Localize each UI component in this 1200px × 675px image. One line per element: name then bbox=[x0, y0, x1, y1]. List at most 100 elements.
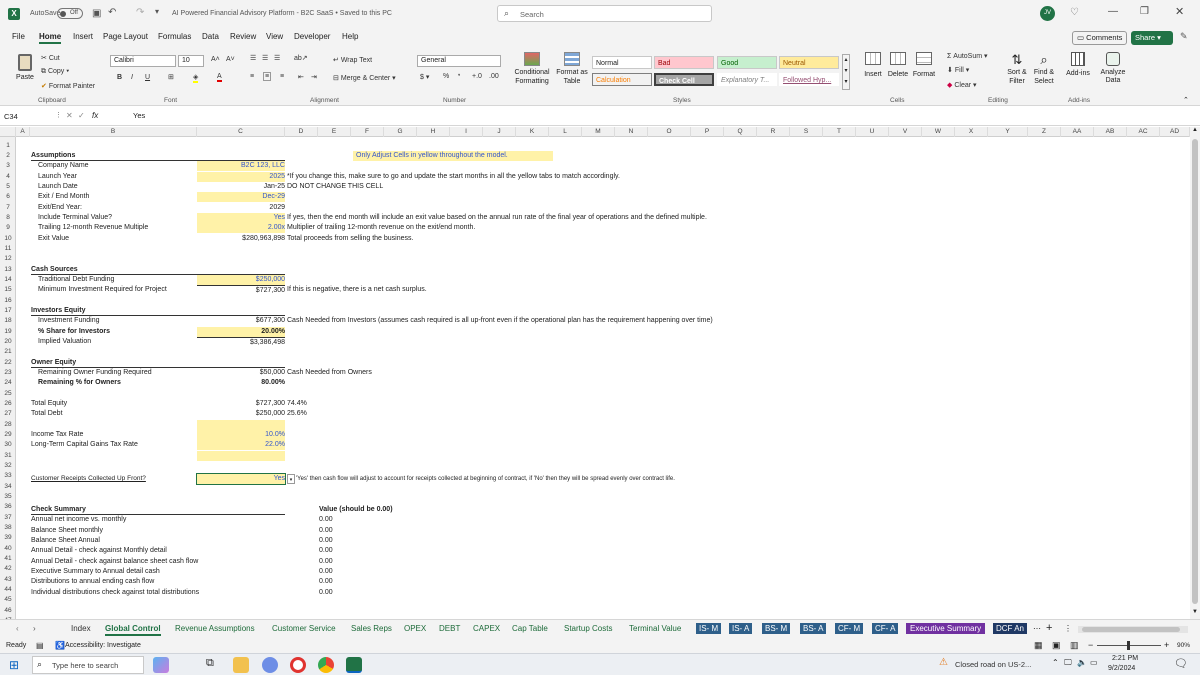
copilot-icon[interactable] bbox=[153, 657, 169, 673]
tab-cf-a[interactable]: CF- A bbox=[872, 623, 899, 634]
column-header[interactable]: O bbox=[648, 127, 691, 137]
row-header[interactable]: 35 bbox=[0, 492, 16, 502]
menu-formulas[interactable]: Formulas bbox=[158, 32, 191, 41]
row-header[interactable]: 4 bbox=[0, 172, 16, 182]
value-share-investors[interactable]: 20.00% bbox=[197, 327, 285, 337]
check-label[interactable]: Annual Detail - check against Monthly de… bbox=[31, 546, 167, 556]
value-total-debt[interactable]: $250,000 bbox=[197, 409, 285, 419]
excel-taskbar-icon[interactable] bbox=[346, 657, 362, 673]
row-header[interactable]: 17 bbox=[0, 306, 16, 316]
column-header[interactable]: G bbox=[384, 127, 417, 137]
column-header[interactable]: F bbox=[351, 127, 384, 137]
row-header[interactable]: 34 bbox=[0, 482, 16, 492]
row-header[interactable]: 24 bbox=[0, 378, 16, 388]
row-header[interactable]: 27 bbox=[0, 409, 16, 419]
cut-button[interactable]: ✂ Cut bbox=[41, 54, 60, 62]
tray-display-icon[interactable]: ▭ bbox=[1090, 658, 1098, 667]
note-investment-funding[interactable]: Cash Needed from Investors (assumes cash… bbox=[287, 316, 713, 326]
value-exit-value[interactable]: $280,963,898 bbox=[197, 234, 285, 244]
font-size-dropdown[interactable]: 10 bbox=[178, 55, 204, 67]
increase-indent-icon[interactable]: ⇥ bbox=[311, 73, 317, 81]
addins-button[interactable]: Add-ins bbox=[1064, 52, 1092, 77]
tab-index[interactable]: Index bbox=[71, 624, 91, 633]
zoom-level[interactable]: 90% bbox=[1177, 642, 1190, 649]
tab-sales-reps[interactable]: Sales Reps bbox=[351, 624, 392, 633]
row-header[interactable]: 13 bbox=[0, 265, 16, 275]
redo-icon[interactable]: ↷ bbox=[136, 7, 144, 18]
confirm-edit-icon[interactable]: ✓ bbox=[78, 111, 85, 120]
row-header[interactable]: 31 bbox=[0, 451, 16, 461]
column-header[interactable]: V bbox=[889, 127, 922, 137]
more-tabs-icon[interactable]: ⋯ bbox=[1033, 624, 1041, 633]
row-header[interactable]: 1 bbox=[0, 141, 16, 151]
value-implied-valuation[interactable]: $3,386,498 bbox=[197, 337, 285, 347]
column-header[interactable]: B bbox=[30, 127, 197, 137]
opera-icon[interactable] bbox=[290, 657, 306, 673]
dropdown-arrow-icon[interactable]: ▾ bbox=[287, 474, 295, 484]
label-investment-funding[interactable]: Investment Funding bbox=[38, 316, 99, 326]
column-header[interactable]: Q bbox=[724, 127, 757, 137]
cancel-edit-icon[interactable]: ✕ bbox=[66, 111, 73, 120]
horizontal-scrollbar[interactable] bbox=[1078, 626, 1188, 633]
column-header[interactable]: I bbox=[450, 127, 483, 137]
menu-home[interactable]: Home bbox=[39, 32, 62, 44]
label-capital-gains-tax[interactable]: Long-Term Capital Gains Tax Rate bbox=[31, 440, 138, 450]
row-header[interactable]: 26 bbox=[0, 399, 16, 409]
increase-decimal-icon[interactable]: +.0 bbox=[472, 73, 482, 80]
column-header[interactable]: Y bbox=[988, 127, 1028, 137]
tab-dcf-analysis[interactable]: DCF An bbox=[993, 623, 1028, 634]
shrink-font-icon[interactable]: A˅ bbox=[226, 56, 235, 63]
decrease-indent-icon[interactable]: ⇤ bbox=[298, 73, 304, 81]
label-implied-valuation[interactable]: Implied Valuation bbox=[38, 337, 91, 347]
label-total-equity[interactable]: Total Equity bbox=[31, 399, 67, 409]
style-neutral[interactable]: Neutral bbox=[779, 56, 839, 69]
column-header[interactable]: R bbox=[757, 127, 790, 137]
label-launch-year[interactable]: Launch Year bbox=[38, 172, 77, 182]
column-header[interactable]: Z bbox=[1028, 127, 1061, 137]
column-header[interactable]: P bbox=[691, 127, 724, 137]
scroll-down-icon[interactable]: ▼ bbox=[1192, 609, 1198, 615]
column-header[interactable]: M bbox=[582, 127, 615, 137]
row-header[interactable]: 45 bbox=[0, 595, 16, 605]
label-revenue-multiple[interactable]: Trailing 12-month Revenue Multiple bbox=[38, 223, 148, 233]
label-min-investment[interactable]: Minimum Investment Required for Project bbox=[38, 285, 167, 295]
row-header[interactable]: 3 bbox=[0, 161, 16, 171]
weather-text[interactable]: Closed road on US-2... bbox=[955, 660, 1031, 669]
check-label[interactable]: Executive Summary to Annual detail cash bbox=[31, 567, 160, 577]
tab-global-control[interactable]: Global Control bbox=[105, 624, 161, 636]
value-exit-year[interactable]: 2029 bbox=[197, 203, 285, 213]
check-value[interactable]: 0.00 bbox=[319, 546, 333, 556]
wrap-text-button[interactable]: ↵ Wrap Text bbox=[333, 56, 372, 64]
column-header[interactable]: AC bbox=[1127, 127, 1160, 137]
column-header[interactable]: J bbox=[483, 127, 516, 137]
underline-icon[interactable]: U bbox=[145, 74, 150, 81]
cash-sources-header[interactable]: Cash Sources bbox=[31, 265, 285, 275]
copy-button[interactable]: ⧉ Copy ▾ bbox=[41, 68, 69, 76]
note-revenue-multiple[interactable]: Multiplier of trailing 12-month revenue … bbox=[287, 223, 475, 233]
windows-start-icon[interactable]: ⊞ bbox=[9, 658, 19, 672]
column-header[interactable]: W bbox=[922, 127, 955, 137]
check-label[interactable]: Individual distributions check against t… bbox=[31, 588, 199, 598]
value-revenue-multiple[interactable]: 2.00x bbox=[197, 223, 285, 233]
label-exit-value[interactable]: Exit Value bbox=[38, 234, 69, 244]
bold-icon[interactable]: B bbox=[117, 74, 122, 81]
row-header[interactable]: 18 bbox=[0, 316, 16, 326]
accessibility-icon[interactable]: ♿ bbox=[55, 641, 65, 650]
check-value[interactable]: 0.00 bbox=[319, 567, 333, 577]
align-right-icon[interactable]: ≡ bbox=[280, 73, 284, 80]
label-income-tax[interactable]: Income Tax Rate bbox=[31, 430, 83, 440]
zoom-slider-handle[interactable] bbox=[1127, 641, 1130, 650]
row-header[interactable]: 42 bbox=[0, 564, 16, 574]
investors-equity-header[interactable]: Investors Equity bbox=[31, 306, 285, 316]
label-debt-funding[interactable]: Traditional Debt Funding bbox=[38, 275, 114, 285]
check-label[interactable]: Balance Sheet monthly bbox=[31, 526, 103, 536]
row-header[interactable]: 36 bbox=[0, 502, 16, 512]
column-header[interactable]: L bbox=[549, 127, 582, 137]
clock-time[interactable]: 2:21 PM bbox=[1112, 655, 1138, 662]
menu-page-layout[interactable]: Page Layout bbox=[103, 32, 148, 41]
check-value[interactable]: 0.00 bbox=[319, 557, 333, 567]
menu-file[interactable]: File bbox=[12, 32, 25, 41]
italic-icon[interactable]: I bbox=[131, 74, 133, 81]
customize-qat-icon[interactable]: ▾ bbox=[155, 7, 159, 16]
banner-note[interactable]: Only Adjust Cells in yellow throughout t… bbox=[353, 151, 553, 161]
